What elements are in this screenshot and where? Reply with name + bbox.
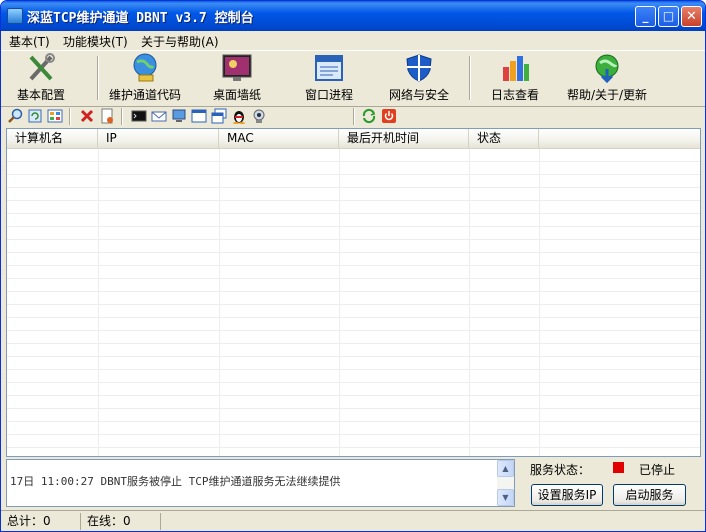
grid-column-line xyxy=(219,149,220,456)
computer-list[interactable]: 计算机名 IP MAC 最后开机时间 状态 xyxy=(6,128,701,457)
column-last-boot-time[interactable]: 最后开机时间 xyxy=(339,129,469,148)
webcam-icon[interactable] xyxy=(251,108,267,124)
toolbar-network-security-button[interactable]: 网络与安全 xyxy=(381,53,457,103)
secondary-toolbar xyxy=(1,106,705,127)
tools-icon xyxy=(25,53,57,83)
column-status[interactable]: 状态 xyxy=(469,129,539,148)
window-process-icon xyxy=(313,53,345,83)
grid-column-line xyxy=(339,149,340,456)
shield-icon xyxy=(403,53,435,83)
toolbar-label: 窗口进程 xyxy=(304,88,353,102)
toolbar-window-process-button[interactable]: 窗口进程 xyxy=(293,53,365,103)
toolbar-channel-code-button[interactable]: 维护通道代码 xyxy=(105,53,185,103)
toolbar-separator xyxy=(121,108,123,125)
toolbar-label: 日志查看 xyxy=(490,88,539,102)
toolbar-label: 桌面墙纸 xyxy=(212,88,261,102)
close-button[interactable]: ✕ xyxy=(681,6,702,27)
computer-icon[interactable] xyxy=(171,108,187,124)
grid-column-line xyxy=(539,149,540,456)
minimize-button[interactable]: _ xyxy=(635,6,656,27)
grid-view-icon[interactable] xyxy=(47,108,63,124)
log-line: 17日 11:00:27 DBNT服务被停止 TCP维护通道服务无法继续提供 xyxy=(10,475,341,488)
toolbar-separator xyxy=(69,108,71,125)
mail-icon[interactable] xyxy=(151,108,167,124)
qq-penguin-icon[interactable] xyxy=(231,108,247,124)
list-header: 计算机名 IP MAC 最后开机时间 状态 xyxy=(7,129,700,149)
grid-column-line xyxy=(98,149,99,456)
toolbar-help-about-update-button[interactable]: 帮助/关于/更新 xyxy=(561,53,653,103)
search-icon[interactable] xyxy=(7,108,23,124)
globe-computer-icon xyxy=(129,53,161,83)
menu-bar: 基本(T) 功能模块(T) 关于与帮助(A) xyxy=(1,31,705,50)
toolbar-wallpaper-button[interactable]: 桌面墙纸 xyxy=(201,53,273,103)
maximize-button[interactable]: □ xyxy=(658,6,679,27)
wallpaper-icon xyxy=(221,53,253,83)
globe-update-icon xyxy=(591,53,623,84)
title-bar[interactable]: 深蓝TCP维护通道 DBNT v3.7 控制台 _ □ ✕ xyxy=(1,1,705,31)
app-icon xyxy=(7,8,23,24)
delete-icon[interactable] xyxy=(79,108,95,124)
bar-chart-icon xyxy=(499,53,531,83)
service-status-value: 已停止 xyxy=(639,463,676,477)
terminal-icon[interactable] xyxy=(131,108,147,124)
service-status-indicator xyxy=(613,462,624,473)
main-toolbar: 基本配置 维护通道代码 桌面墙纸 窗口进程 网络与安全 日志查看 帮助/关于/更… xyxy=(1,50,705,107)
toolbar-basic-config-button[interactable]: 基本配置 xyxy=(5,53,77,103)
power-icon[interactable] xyxy=(381,108,397,124)
toolbar-label: 基本配置 xyxy=(16,88,65,102)
log-scrollbar[interactable]: ▲ ▼ xyxy=(497,460,514,506)
refresh-page-icon[interactable] xyxy=(27,108,43,124)
main-window: 深蓝TCP维护通道 DBNT v3.7 控制台 _ □ ✕ 基本(T) 功能模块… xyxy=(0,0,706,532)
scroll-down-icon[interactable]: ▼ xyxy=(497,489,514,506)
start-service-button[interactable]: 启动服务 xyxy=(613,484,686,506)
status-bar: 总计：0 在线：0 xyxy=(1,510,705,531)
toolbar-log-view-button[interactable]: 日志查看 xyxy=(479,53,551,103)
refresh-icon[interactable] xyxy=(361,108,377,124)
multi-window-icon[interactable] xyxy=(211,108,227,124)
status-online: 在线：0 xyxy=(83,513,161,530)
window-title: 深蓝TCP维护通道 DBNT v3.7 控制台 xyxy=(27,11,254,26)
column-ip[interactable]: IP xyxy=(98,129,219,148)
toolbar-separator xyxy=(97,56,99,100)
menu-about-help[interactable]: 关于与帮助(A) xyxy=(141,33,219,50)
list-grid xyxy=(7,149,700,456)
log-box[interactable]: 17日 11:00:27 DBNT服务被停止 TCP维护通道服务无法继续提供 ▲… xyxy=(6,459,515,507)
service-status-label: 服务状态： xyxy=(530,463,591,477)
document-edit-icon[interactable] xyxy=(99,108,115,124)
toolbar-label: 网络与安全 xyxy=(388,88,449,102)
set-service-ip-button[interactable]: 设置服务IP xyxy=(531,484,603,506)
column-mac[interactable]: MAC xyxy=(219,129,339,148)
toolbar-separator xyxy=(353,108,355,125)
grid-column-line xyxy=(469,149,470,456)
scroll-up-icon[interactable]: ▲ xyxy=(497,460,514,477)
toolbar-separator xyxy=(469,56,471,100)
status-total: 总计：0 xyxy=(3,513,81,530)
toolbar-label: 维护通道代码 xyxy=(108,88,181,102)
column-computer-name[interactable]: 计算机名 xyxy=(7,129,98,148)
window-icon[interactable] xyxy=(191,108,207,124)
menu-modules[interactable]: 功能模块(T) xyxy=(63,33,128,50)
menu-basic[interactable]: 基本(T) xyxy=(9,33,50,50)
toolbar-label: 帮助/关于/更新 xyxy=(566,88,648,102)
